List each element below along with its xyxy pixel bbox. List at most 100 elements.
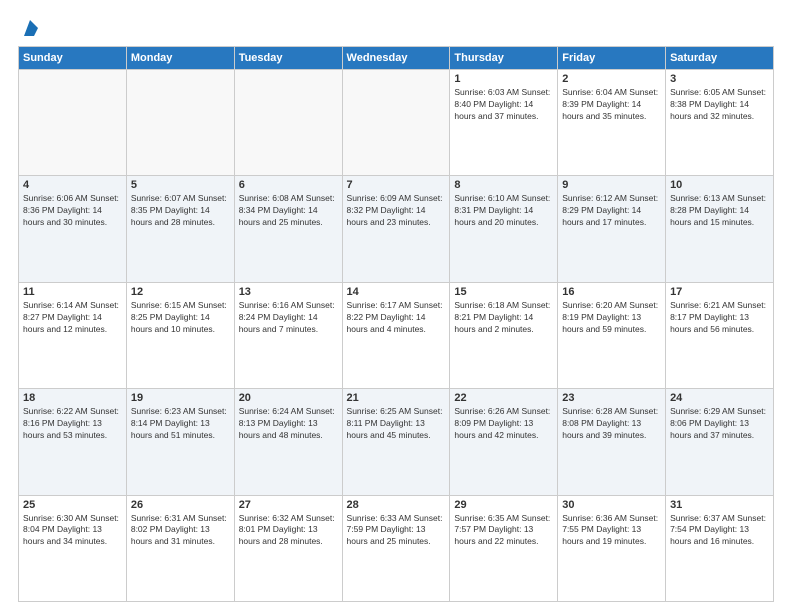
day-info: Sunrise: 6:18 AM Sunset: 8:21 PM Dayligh…: [454, 300, 553, 336]
page: SundayMondayTuesdayWednesdayThursdayFrid…: [0, 0, 792, 612]
day-cell: 19 Sunrise: 6:23 AM Sunset: 8:14 PM Dayli…: [126, 389, 234, 495]
day-cell: 3Sunrise: 6:05 AM Sunset: 8:38 PM Daylig…: [666, 70, 774, 176]
day-info: Sunrise: 6:17 AM Sunset: 8:22 PM Dayligh…: [347, 300, 446, 336]
day-cell: 11 Sunrise: 6:14 AM Sunset: 8:27 PM Dayli…: [19, 282, 127, 388]
day-number: 27: [239, 499, 338, 511]
day-cell: 18 Sunrise: 6:22 AM Sunset: 8:16 PM Dayli…: [19, 389, 127, 495]
header: [18, 18, 774, 36]
day-number: 28: [347, 499, 446, 511]
weekday-tuesday: Tuesday: [234, 47, 342, 70]
day-cell: 6 Sunrise: 6:08 AM Sunset: 8:34 PM Daylig…: [234, 176, 342, 282]
day-info: Sunrise: 6:29 AM Sunset: 8:06 PM Dayligh…: [670, 406, 769, 442]
day-number: 4: [23, 179, 122, 191]
day-number: 18: [23, 392, 122, 404]
day-number: 9: [562, 179, 661, 191]
day-cell: 31 Sunrise: 6:37 AM Sunset: 7:54 PM Dayli…: [666, 495, 774, 601]
weekday-sunday: Sunday: [19, 47, 127, 70]
day-cell: 4 Sunrise: 6:06 AM Sunset: 8:36 PM Daylig…: [19, 176, 127, 282]
day-number: 16: [562, 286, 661, 298]
day-cell: 15 Sunrise: 6:18 AM Sunset: 8:21 PM Dayli…: [450, 282, 558, 388]
day-cell: 25Sunrise: 6:30 AM Sunset: 8:04 PM Dayli…: [19, 495, 127, 601]
day-info: Sunrise: 6:25 AM Sunset: 8:11 PM Dayligh…: [347, 406, 446, 442]
day-info: Sunrise: 6:26 AM Sunset: 8:09 PM Dayligh…: [454, 406, 553, 442]
day-cell: 13 Sunrise: 6:16 AM Sunset: 8:24 PM Dayli…: [234, 282, 342, 388]
day-cell: 8 Sunrise: 6:10 AM Sunset: 8:31 PM Daylig…: [450, 176, 558, 282]
day-info: Sunrise: 6:04 AM Sunset: 8:39 PM Dayligh…: [562, 87, 661, 123]
day-info: Sunrise: 6:21 AM Sunset: 8:17 PM Dayligh…: [670, 300, 769, 336]
day-info: Sunrise: 6:12 AM Sunset: 8:29 PM Dayligh…: [562, 193, 661, 229]
day-cell: 28 Sunrise: 6:33 AM Sunset: 7:59 PM Dayli…: [342, 495, 450, 601]
day-info: Sunrise: 6:23 AM Sunset: 8:14 PM Dayligh…: [131, 406, 230, 442]
day-info: Sunrise: 6:15 AM Sunset: 8:25 PM Dayligh…: [131, 300, 230, 336]
day-info: Sunrise: 6:33 AM Sunset: 7:59 PM Dayligh…: [347, 513, 446, 549]
day-number: 7: [347, 179, 446, 191]
day-number: 2: [562, 73, 661, 85]
week-row-5: 25Sunrise: 6:30 AM Sunset: 8:04 PM Dayli…: [19, 495, 774, 601]
day-info: Sunrise: 6:28 AM Sunset: 8:08 PM Dayligh…: [562, 406, 661, 442]
weekday-wednesday: Wednesday: [342, 47, 450, 70]
day-info: Sunrise: 6:31 AM Sunset: 8:02 PM Dayligh…: [131, 513, 230, 549]
day-number: 19: [131, 392, 230, 404]
weekday-friday: Friday: [558, 47, 666, 70]
day-info: Sunrise: 6:07 AM Sunset: 8:35 PM Dayligh…: [131, 193, 230, 229]
day-info: Sunrise: 6:24 AM Sunset: 8:13 PM Dayligh…: [239, 406, 338, 442]
day-info: Sunrise: 6:16 AM Sunset: 8:24 PM Dayligh…: [239, 300, 338, 336]
day-number: 14: [347, 286, 446, 298]
day-number: 17: [670, 286, 769, 298]
day-number: 10: [670, 179, 769, 191]
day-cell: 5Sunrise: 6:07 AM Sunset: 8:35 PM Daylig…: [126, 176, 234, 282]
day-number: 6: [239, 179, 338, 191]
day-cell: 2 Sunrise: 6:04 AM Sunset: 8:39 PM Daylig…: [558, 70, 666, 176]
day-cell: [126, 70, 234, 176]
day-cell: 10 Sunrise: 6:13 AM Sunset: 8:28 PM Dayli…: [666, 176, 774, 282]
day-cell: 14 Sunrise: 6:17 AM Sunset: 8:22 PM Dayli…: [342, 282, 450, 388]
day-info: Sunrise: 6:13 AM Sunset: 8:28 PM Dayligh…: [670, 193, 769, 229]
day-cell: [19, 70, 127, 176]
weekday-thursday: Thursday: [450, 47, 558, 70]
day-info: Sunrise: 6:37 AM Sunset: 7:54 PM Dayligh…: [670, 513, 769, 549]
day-cell: 17 Sunrise: 6:21 AM Sunset: 8:17 PM Dayli…: [666, 282, 774, 388]
day-number: 29: [454, 499, 553, 511]
day-cell: 1Sunrise: 6:03 AM Sunset: 8:40 PM Daylig…: [450, 70, 558, 176]
day-number: 15: [454, 286, 553, 298]
week-row-1: 1Sunrise: 6:03 AM Sunset: 8:40 PM Daylig…: [19, 70, 774, 176]
day-number: 21: [347, 392, 446, 404]
day-number: 22: [454, 392, 553, 404]
day-info: Sunrise: 6:36 AM Sunset: 7:55 PM Dayligh…: [562, 513, 661, 549]
day-info: Sunrise: 6:10 AM Sunset: 8:31 PM Dayligh…: [454, 193, 553, 229]
day-cell: 16 Sunrise: 6:20 AM Sunset: 8:19 PM Dayli…: [558, 282, 666, 388]
logo-text: [18, 18, 38, 36]
weekday-saturday: Saturday: [666, 47, 774, 70]
day-number: 3: [670, 73, 769, 85]
weekday-header-row: SundayMondayTuesdayWednesdayThursdayFrid…: [19, 47, 774, 70]
day-info: Sunrise: 6:35 AM Sunset: 7:57 PM Dayligh…: [454, 513, 553, 549]
day-number: 24: [670, 392, 769, 404]
day-info: Sunrise: 6:22 AM Sunset: 8:16 PM Dayligh…: [23, 406, 122, 442]
weekday-monday: Monday: [126, 47, 234, 70]
day-cell: [234, 70, 342, 176]
day-cell: 21 Sunrise: 6:25 AM Sunset: 8:11 PM Dayli…: [342, 389, 450, 495]
day-info: Sunrise: 6:20 AM Sunset: 8:19 PM Dayligh…: [562, 300, 661, 336]
day-number: 26: [131, 499, 230, 511]
day-cell: 22 Sunrise: 6:26 AM Sunset: 8:09 PM Dayli…: [450, 389, 558, 495]
day-info: Sunrise: 6:06 AM Sunset: 8:36 PM Dayligh…: [23, 193, 122, 229]
day-number: 30: [562, 499, 661, 511]
day-number: 11: [23, 286, 122, 298]
day-number: 8: [454, 179, 553, 191]
day-info: Sunrise: 6:09 AM Sunset: 8:32 PM Dayligh…: [347, 193, 446, 229]
day-cell: 12Sunrise: 6:15 AM Sunset: 8:25 PM Dayli…: [126, 282, 234, 388]
day-cell: 30 Sunrise: 6:36 AM Sunset: 7:55 PM Dayli…: [558, 495, 666, 601]
week-row-4: 18 Sunrise: 6:22 AM Sunset: 8:16 PM Dayli…: [19, 389, 774, 495]
day-cell: 27Sunrise: 6:32 AM Sunset: 8:01 PM Dayli…: [234, 495, 342, 601]
logo: [18, 18, 38, 36]
day-cell: 24 Sunrise: 6:29 AM Sunset: 8:06 PM Dayli…: [666, 389, 774, 495]
day-number: 20: [239, 392, 338, 404]
day-number: 1: [454, 73, 553, 85]
day-cell: 23Sunrise: 6:28 AM Sunset: 8:08 PM Dayli…: [558, 389, 666, 495]
day-info: Sunrise: 6:14 AM Sunset: 8:27 PM Dayligh…: [23, 300, 122, 336]
day-number: 13: [239, 286, 338, 298]
day-number: 31: [670, 499, 769, 511]
day-info: Sunrise: 6:08 AM Sunset: 8:34 PM Dayligh…: [239, 193, 338, 229]
day-cell: 7 Sunrise: 6:09 AM Sunset: 8:32 PM Daylig…: [342, 176, 450, 282]
logo-icon: [20, 18, 38, 36]
